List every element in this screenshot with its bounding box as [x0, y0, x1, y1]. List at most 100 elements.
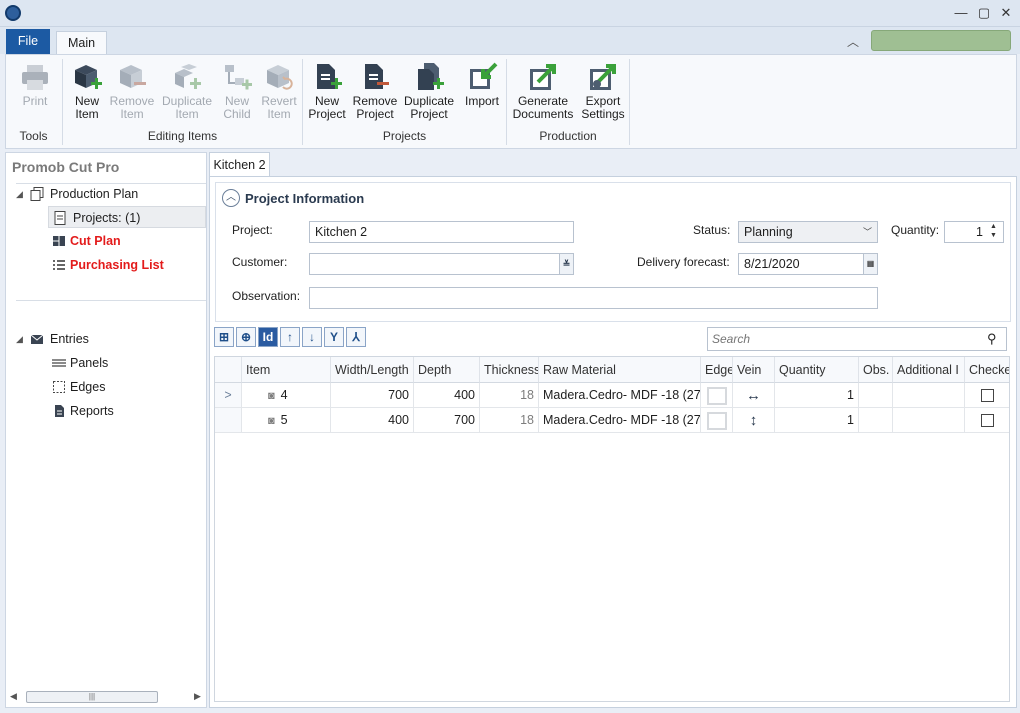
cell-raw-material[interactable]: Madera.Cedro- MDF -18 (27: — [539, 408, 701, 433]
table-row[interactable]: ◙ 5 400 700 18 Madera.Cedro- MDF -18 (27:… — [215, 408, 1009, 433]
cell-obs[interactable] — [859, 408, 893, 433]
cell-vein-icon[interactable]: ↕ — [733, 408, 775, 433]
expand-all-icon[interactable]: ⊞ — [214, 327, 234, 347]
document-body: ︿ Project Information Project: Kitchen 2… — [209, 176, 1017, 708]
checkbox[interactable] — [980, 389, 994, 403]
section-title: Project Information — [245, 191, 365, 206]
status-dropdown[interactable]: Planning ﹀ — [738, 221, 878, 243]
project-input[interactable]: Kitchen 2 — [309, 221, 574, 243]
column-header-additional-info[interactable]: Additional I — [893, 357, 965, 383]
cell-depth[interactable]: 700 — [414, 408, 480, 433]
horizontal-scrollbar[interactable]: ◀ ||| ▶ — [10, 689, 204, 705]
duplicate-project-button[interactable]: Duplicate Project — [403, 61, 455, 129]
scroll-left-icon[interactable]: ◀ — [10, 691, 17, 702]
stepper-arrows-icon[interactable]: ▲ ▼ — [990, 222, 997, 240]
cell-checked[interactable] — [965, 408, 1009, 433]
import-button[interactable]: Import — [461, 61, 503, 129]
new-project-button[interactable]: New Project — [306, 61, 348, 129]
column-header-vein[interactable]: Vein — [733, 357, 775, 383]
tab-kitchen-2[interactable]: Kitchen 2 — [209, 152, 270, 176]
cell-width[interactable]: 400 — [331, 408, 414, 433]
expand-double-chevron-icon[interactable]: ≚ — [559, 254, 573, 274]
observation-input[interactable] — [309, 287, 878, 309]
cell-obs[interactable] — [859, 383, 893, 408]
customer-dropdown[interactable]: ≚ — [309, 253, 574, 275]
group-production-label: Production — [539, 129, 597, 143]
revert-item-button[interactable]: Revert Item — [259, 61, 299, 129]
column-header-depth[interactable]: Depth — [414, 357, 480, 383]
column-header-checked[interactable]: Checke — [965, 357, 1009, 383]
column-header-thickness[interactable]: Thickness — [480, 357, 539, 383]
cell-edge[interactable] — [701, 408, 733, 433]
edges-label: Edges — [70, 380, 106, 394]
checkbox[interactable] — [980, 414, 994, 428]
reports-label: Reports — [70, 404, 114, 418]
tab-main[interactable]: Main — [56, 31, 107, 55]
remove-project-button[interactable]: Remove Project — [351, 61, 399, 129]
cell-width[interactable]: 700 — [331, 383, 414, 408]
cell-thickness: 18 — [480, 383, 539, 408]
column-header-raw-material[interactable]: Raw Material — [539, 357, 701, 383]
cell-quantity[interactable]: 1 — [775, 383, 859, 408]
move-down-icon[interactable]: ↓ — [302, 327, 322, 347]
cell-additional-info[interactable] — [893, 408, 965, 433]
search-icon[interactable]: ⚲ — [987, 331, 997, 347]
table-row[interactable]: > ◙ 4 700 400 18 Madera.Cedro- MDF -18 (2… — [215, 383, 1009, 408]
merge-icon[interactable]: Y — [324, 327, 344, 347]
column-header-edge[interactable]: Edge — [701, 357, 733, 383]
tree-item-production-plan[interactable]: Production Plan — [30, 183, 200, 205]
column-header-quantity[interactable]: Quantity — [775, 357, 859, 383]
cell-raw-material[interactable]: Madera.Cedro- MDF -18 (27: — [539, 383, 701, 408]
split-icon[interactable]: ⅄ — [346, 327, 366, 347]
customer-label: Customer: — [232, 255, 288, 269]
generate-documents-button[interactable]: Generate Documents — [511, 61, 575, 129]
cell-depth[interactable]: 400 — [414, 383, 480, 408]
column-header-obs[interactable]: Obs. — [859, 357, 893, 383]
export-settings-button[interactable]: Export Settings — [579, 61, 627, 129]
tree-item-cut-plan[interactable]: Cut Plan — [48, 230, 206, 252]
print-button[interactable]: Print — [14, 61, 56, 129]
grid-toolbar: ⊞ ⊕ Id ↑ ↓ Y ⅄ — [214, 327, 368, 351]
camera-icon: ◙ — [268, 390, 275, 402]
close-button[interactable]: ✕ — [996, 4, 1016, 22]
id-toggle-icon[interactable]: Id — [258, 327, 278, 347]
collapse-ribbon-icon[interactable]: ︿ — [845, 33, 861, 49]
calendar-icon[interactable]: ▦ — [863, 254, 877, 274]
tree-item-reports[interactable]: Reports — [48, 400, 206, 422]
sidebar-title: Promob Cut Pro — [12, 159, 120, 175]
minimize-button[interactable]: — — [951, 4, 971, 22]
cell-additional-info[interactable] — [893, 383, 965, 408]
tree-item-projects[interactable]: Projects: (1) — [48, 206, 206, 228]
search-box[interactable]: ⚲ — [707, 327, 1007, 351]
new-item-button[interactable]: New Item — [66, 61, 108, 129]
maximize-button[interactable]: ▢ — [974, 4, 994, 22]
add-row-icon[interactable]: ⊕ — [236, 327, 256, 347]
column-header-width[interactable]: Width/Length — [331, 357, 414, 383]
delivery-date-input[interactable]: 8/21/2020 ▦ — [738, 253, 878, 275]
scrollbar-thumb[interactable]: ||| — [26, 691, 158, 703]
duplicate-item-button[interactable]: Duplicate Item — [159, 61, 215, 129]
collapse-toggle-icon[interactable]: ◢ — [16, 189, 23, 200]
cell-edge[interactable] — [701, 383, 733, 408]
tree-item-edges[interactable]: Edges — [48, 376, 206, 398]
tab-file[interactable]: File — [6, 29, 50, 54]
tree-item-entries[interactable]: Entries — [30, 328, 200, 350]
group-divider — [629, 59, 630, 145]
column-header-item[interactable]: Item — [242, 357, 331, 383]
purchasing-list-label: Purchasing List — [70, 258, 164, 272]
ribbon-tab-strip: File Main ︿ — [0, 27, 1020, 55]
cell-checked[interactable] — [965, 383, 1009, 408]
search-input[interactable] — [712, 330, 982, 348]
cell-quantity[interactable]: 1 — [775, 408, 859, 433]
cell-vein-icon[interactable]: ↔ — [733, 383, 775, 408]
scroll-right-icon[interactable]: ▶ — [194, 691, 201, 702]
remove-item-button[interactable]: Remove Item — [109, 61, 155, 129]
collapse-section-icon[interactable]: ︿ — [222, 189, 240, 207]
new-child-button[interactable]: New Child — [217, 61, 257, 129]
generate-documents-label-2: Documents — [512, 107, 574, 121]
collapse-toggle-icon[interactable]: ◢ — [16, 334, 23, 345]
remove-project-label-2: Project — [356, 107, 394, 121]
tree-item-panels[interactable]: Panels — [48, 352, 206, 374]
move-up-icon[interactable]: ↑ — [280, 327, 300, 347]
tree-item-purchasing-list[interactable]: Purchasing List — [48, 254, 206, 276]
